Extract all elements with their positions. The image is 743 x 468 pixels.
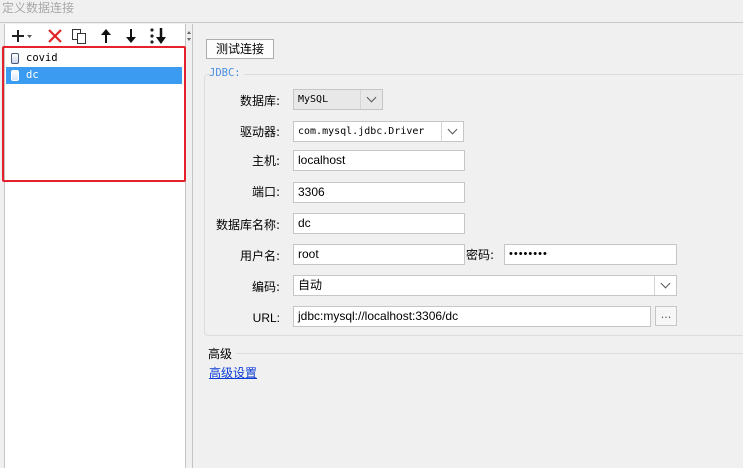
advanced-divider	[236, 353, 743, 354]
password-label: 密码:	[466, 248, 495, 262]
chevron-down-icon	[654, 276, 676, 295]
add-connection-button[interactable]	[10, 26, 34, 46]
driver-select[interactable]: com.mysql.jdbc.Driver	[293, 121, 464, 142]
host-label: 主机:	[251, 154, 280, 168]
encoding-select-value: 自动	[298, 278, 323, 292]
jdbc-legend: JDBC:	[209, 67, 244, 79]
window-title: 定义数据连接	[2, 1, 75, 15]
port-label: 端口:	[251, 185, 280, 199]
database-select[interactable]: MySQL	[293, 89, 383, 110]
splitter-arrow-down-icon	[187, 38, 191, 41]
driver-label: 驱动器:	[239, 125, 280, 139]
dbname-label: 数据库名称:	[215, 218, 280, 232]
url-browse-button[interactable]: ...	[655, 306, 677, 326]
username-input[interactable]: root	[293, 244, 465, 265]
copy-icon	[72, 29, 86, 44]
arrow-down-icon	[126, 29, 136, 43]
copy-connection-button[interactable]	[70, 26, 88, 46]
highlight-box	[2, 46, 186, 182]
connection-toolbar	[6, 26, 184, 46]
encoding-label: 编码:	[251, 280, 280, 294]
port-input[interactable]: 3306	[293, 182, 465, 203]
dbname-input[interactable]: dc	[293, 213, 465, 234]
encoding-select[interactable]: 自动	[293, 275, 677, 296]
sort-icon	[150, 28, 166, 44]
sort-button[interactable]	[148, 26, 168, 46]
jdbc-group	[204, 74, 743, 336]
url-input[interactable]: jdbc:mysql://localhost:3306/dc	[293, 306, 651, 327]
username-label: 用户名:	[239, 249, 280, 263]
advanced-section-title: 高级	[208, 347, 233, 361]
host-input[interactable]: localhost	[293, 150, 465, 171]
test-connection-button[interactable]: 测试连接	[206, 39, 274, 59]
database-label: 数据库:	[239, 94, 280, 108]
chevron-down-icon	[441, 122, 463, 141]
move-down-button[interactable]	[123, 26, 139, 46]
database-select-value: MySQL	[298, 94, 329, 105]
advanced-settings-link[interactable]: 高级设置	[209, 364, 257, 381]
chevron-down-icon	[360, 90, 382, 109]
password-input[interactable]: ••••••••	[504, 244, 677, 265]
plus-icon	[12, 30, 32, 42]
delete-connection-button[interactable]	[46, 26, 64, 46]
move-up-button[interactable]	[98, 26, 114, 46]
red-x-icon	[48, 29, 62, 43]
arrow-up-icon	[101, 29, 111, 43]
url-label: URL:	[252, 311, 280, 325]
driver-select-value: com.mysql.jdbc.Driver	[298, 126, 425, 137]
splitter-arrow-up-icon	[187, 31, 191, 34]
